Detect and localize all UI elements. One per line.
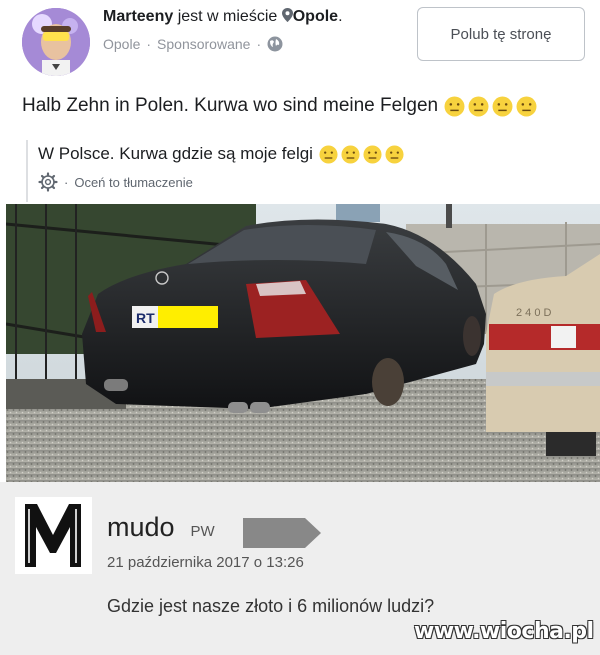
comment-date: 21 października 2017 o 13:26: [107, 554, 304, 571]
post-message: Halb Zehn in Polen. Kurwa wo sind meine …: [22, 95, 439, 116]
translation-block: W Polsce. Kurwa gdzie są moje felgi · Oc…: [26, 140, 586, 202]
license-plate-text: RT: [136, 310, 155, 326]
post-header: Marteeny jest w mieście Opole. Opole · S…: [0, 0, 600, 80]
gear-icon[interactable]: [38, 172, 58, 192]
neutral-face-emoji-icon: [341, 144, 360, 164]
post-text: Halb Zehn in Polen. Kurwa wo sind meine …: [22, 95, 537, 117]
author-line: Marteeny jest w mieście Opole.: [103, 8, 343, 26]
location-suffix: .: [338, 8, 343, 25]
meta-separator-dot: ·: [256, 36, 262, 52]
comment-text: Gdzie jest nasze złoto i 6 milionów ludz…: [107, 596, 435, 616]
commenter-avatar[interactable]: [15, 497, 92, 574]
post-photo[interactable]: RT 2 4 0 D: [6, 204, 600, 482]
meta-sponsored[interactable]: Sponsorowane: [157, 36, 250, 52]
meta-place[interactable]: Opole: [103, 36, 140, 52]
comment-author: mudo PW: [107, 512, 215, 543]
location-name[interactable]: Opole: [293, 8, 338, 25]
neutral-face-emoji-icon: [516, 96, 537, 116]
translation-meta: · Oceń to tłumaczenie: [38, 172, 586, 192]
neutral-face-emoji-icon: [363, 144, 382, 164]
avatar[interactable]: [22, 8, 90, 76]
neutral-face-emoji-icon: [444, 96, 465, 116]
car-badge-text: 2 4 0 D: [516, 307, 552, 319]
translation-text: W Polsce. Kurwa gdzie są moje felgi: [38, 144, 313, 163]
neutral-face-emoji-icon: [492, 96, 513, 116]
comment-tag: [243, 518, 323, 553]
meta-separator-dot: ·: [146, 36, 152, 52]
emoji-group: [444, 96, 537, 117]
checkin-prefix: jest w mieście: [177, 8, 278, 25]
comment-flag: PW: [190, 523, 215, 540]
like-page-button[interactable]: Polub tę stronę: [417, 7, 585, 61]
site-watermark: www.wiocha.pl: [414, 619, 594, 644]
location-pin-icon: [281, 8, 293, 22]
author-name[interactable]: Marteeny: [103, 8, 173, 25]
emoji-group: [319, 144, 404, 164]
post-meta: Opole · Sponsorowane ·: [103, 36, 283, 52]
neutral-face-emoji-icon: [468, 96, 489, 116]
translation-text-row: W Polsce. Kurwa gdzie są moje felgi: [38, 144, 586, 164]
meta-separator-dot: ·: [64, 174, 69, 190]
neutral-face-emoji-icon: [319, 144, 338, 164]
comment-username[interactable]: mudo: [107, 512, 175, 543]
globe-icon: [267, 36, 283, 52]
rate-translation-link[interactable]: Oceń to tłumaczenie: [74, 175, 193, 190]
neutral-face-emoji-icon: [385, 144, 404, 164]
